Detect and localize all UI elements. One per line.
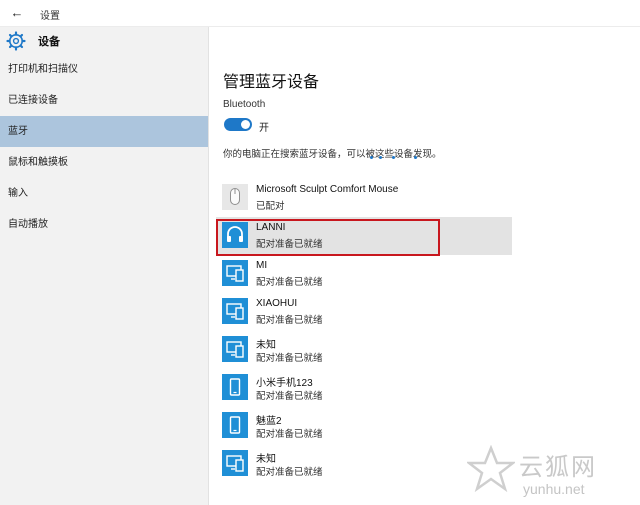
- watermark-url: yunhu.net: [523, 481, 585, 497]
- device-name: XIAOHUI: [256, 298, 298, 309]
- progress-dot: [392, 156, 395, 159]
- gear-icon: [6, 31, 26, 51]
- sidebar-item-mouse-touchpad[interactable]: 鼠标和触摸板: [0, 147, 208, 178]
- device-status: 配对准备已就绪: [256, 429, 323, 440]
- main-panel: 管理蓝牙设备 Bluetooth 开 你的电脑正在搜索蓝牙设备，可以被这些设备发…: [208, 27, 640, 505]
- device-name: MI: [256, 260, 268, 271]
- progress-dots: [370, 156, 430, 164]
- device-item[interactable]: 魅蓝2 配对准备已就绪: [216, 407, 512, 445]
- device-status: 配对准备已就绪: [256, 353, 323, 364]
- device-name: 未知: [256, 454, 276, 465]
- device-name: Microsoft Sculpt Comfort Mouse: [256, 184, 399, 195]
- devices-icon: [222, 450, 248, 476]
- star-icon: [467, 445, 515, 493]
- bluetooth-label: Bluetooth: [223, 99, 266, 110]
- page-title: 管理蓝牙设备: [223, 74, 320, 91]
- device-status: 已配对: [256, 201, 285, 212]
- sidebar: 设备 打印机和扫描仪 已连接设备 蓝牙 鼠标和触摸板 输入 自动播放: [0, 27, 209, 505]
- toggle-state-label: 开: [259, 123, 269, 134]
- watermark-brand: 云狐网: [519, 454, 597, 481]
- device-status: 配对准备已就绪: [256, 277, 323, 288]
- device-name: 未知: [256, 340, 276, 351]
- device-item[interactable]: Microsoft Sculpt Comfort Mouse 已配对: [216, 179, 512, 217]
- progress-dot: [370, 156, 373, 159]
- phone-icon: [222, 412, 248, 438]
- device-name: 小米手机123: [256, 378, 313, 389]
- highlight-box: [216, 219, 440, 256]
- sidebar-item-connected-devices[interactable]: 已连接设备: [0, 85, 208, 116]
- devices-icon: [222, 298, 248, 324]
- toggle-knob: [241, 120, 250, 129]
- device-name: 魅蓝2: [256, 416, 282, 427]
- devices-icon: [222, 336, 248, 362]
- watermark: 云狐网 yunhu.net: [467, 441, 637, 501]
- device-item[interactable]: MI 配对准备已就绪: [216, 255, 512, 293]
- devices-icon: [222, 260, 248, 286]
- progress-dot: [414, 156, 417, 159]
- device-status: 配对准备已就绪: [256, 467, 323, 478]
- mouse-icon: [222, 184, 248, 210]
- sidebar-item-autoplay[interactable]: 自动播放: [0, 209, 208, 240]
- bluetooth-toggle[interactable]: [224, 118, 252, 131]
- sidebar-item-bluetooth[interactable]: 蓝牙: [0, 116, 208, 147]
- device-item[interactable]: 未知 配对准备已就绪: [216, 331, 512, 369]
- phone-icon: [222, 374, 248, 400]
- device-status: 配对准备已就绪: [256, 315, 323, 326]
- sidebar-nav: 打印机和扫描仪 已连接设备 蓝牙 鼠标和触摸板 输入 自动播放: [0, 54, 208, 240]
- sidebar-item-typing[interactable]: 输入: [0, 178, 208, 209]
- window-title: 设置: [40, 11, 60, 22]
- device-item[interactable]: XIAOHUI 配对准备已就绪: [216, 293, 512, 331]
- progress-dot: [379, 156, 382, 159]
- back-button[interactable]: ←: [9, 5, 25, 21]
- sidebar-item-printers-scanners[interactable]: 打印机和扫描仪: [0, 54, 208, 85]
- title-bar: ← 设置: [0, 0, 640, 27]
- sidebar-title: 设备: [38, 36, 60, 48]
- sidebar-header: 设备: [0, 27, 208, 54]
- device-status: 配对准备已就绪: [256, 391, 323, 402]
- device-item[interactable]: 小米手机123 配对准备已就绪: [216, 369, 512, 407]
